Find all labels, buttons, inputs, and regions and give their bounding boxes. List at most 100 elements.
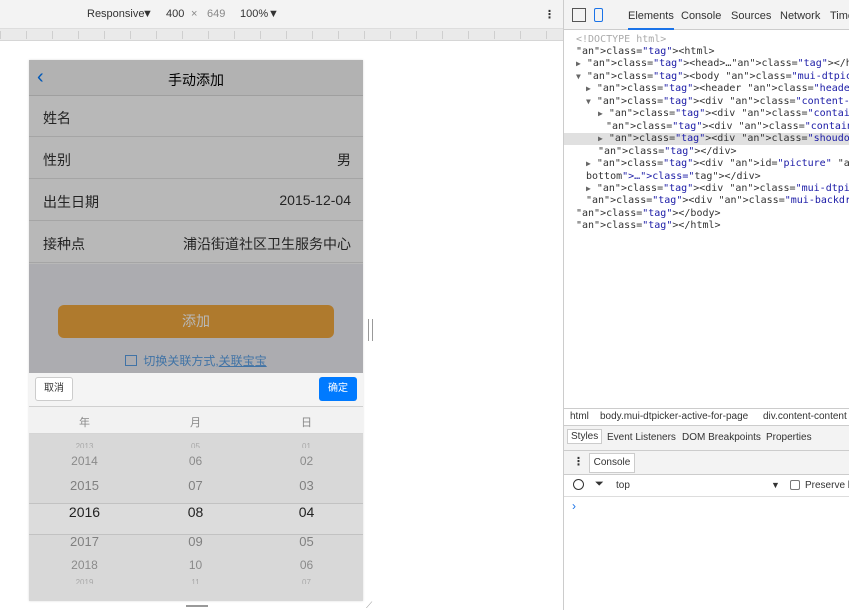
breadcrumb-content[interactable]: div.content-content bbox=[763, 411, 847, 422]
month-option[interactable]: 11 bbox=[140, 578, 251, 584]
dom-node[interactable]: "an">class="tag"><div "an">class="contai… bbox=[606, 121, 849, 133]
ruler-segment[interactable] bbox=[364, 31, 390, 39]
device-width-input[interactable]: 400 bbox=[166, 8, 184, 20]
day-option[interactable]: 06 bbox=[251, 558, 362, 572]
day-option[interactable]: 01 bbox=[251, 442, 362, 448]
tab-elements[interactable]: Elements bbox=[628, 10, 674, 30]
month-option[interactable]: 06 bbox=[140, 454, 251, 468]
device-mode-select[interactable]: Responsive bbox=[87, 8, 144, 20]
tab-network[interactable]: Network bbox=[780, 10, 820, 22]
backdrop-overlay[interactable] bbox=[29, 60, 363, 374]
dom-tree[interactable]: <!DOCTYPE html> "an">class="tag"><html> ▶ … bbox=[564, 30, 849, 408]
dom-node[interactable]: ▼ "an">class="tag"><div "an">class="cont… bbox=[586, 96, 849, 108]
day-option[interactable]: 07 bbox=[251, 578, 362, 584]
dom-node[interactable]: bottom">…">class="tag"></div> bbox=[586, 171, 761, 183]
dom-node[interactable]: "an">class="tag"></body> bbox=[576, 208, 721, 220]
tab-dom-breakpoints[interactable]: DOM Breakpoints bbox=[682, 432, 761, 443]
tab-sources[interactable]: Sources bbox=[731, 10, 771, 22]
month-option[interactable]: 05 bbox=[140, 442, 251, 448]
dom-node[interactable]: <!DOCTYPE html> bbox=[576, 34, 666, 46]
dom-node[interactable]: ▶ "an">class="tag"><div "an">class="cont… bbox=[598, 108, 849, 120]
ruler-segment[interactable] bbox=[260, 31, 286, 39]
ruler-segment[interactable] bbox=[416, 31, 442, 39]
filter-icon[interactable]: ⏷ bbox=[595, 478, 604, 491]
year-option[interactable]: 2017 bbox=[29, 534, 140, 549]
preserve-log-checkbox[interactable] bbox=[790, 480, 800, 490]
tab-styles[interactable]: Styles bbox=[567, 429, 603, 444]
ruler-segment[interactable] bbox=[390, 31, 416, 39]
dom-node[interactable]: ▼ "an">class="tag"><body "an">class="mui… bbox=[576, 71, 849, 83]
ruler-segment[interactable] bbox=[26, 31, 52, 39]
ruler-segment[interactable] bbox=[130, 31, 156, 39]
styles-tabbar: Styles Event Listeners DOM Breakpoints P… bbox=[564, 426, 849, 451]
year-option[interactable]: 2019 bbox=[29, 578, 140, 584]
confirm-button[interactable]: 确定 bbox=[319, 377, 357, 401]
zoom-dropdown-icon[interactable]: ▼ bbox=[268, 8, 279, 20]
breadcrumb-body[interactable]: body.mui-dtpicker-active-for-page bbox=[600, 411, 748, 422]
ruler-segment[interactable] bbox=[312, 31, 338, 39]
resize-handle-bottom[interactable] bbox=[186, 605, 208, 607]
dom-node[interactable]: ▶ "an">class="tag"><div "an">class="mui-… bbox=[586, 183, 849, 195]
ruler-segment[interactable] bbox=[182, 31, 208, 39]
tab-properties[interactable]: Properties bbox=[766, 432, 812, 443]
day-option[interactable]: 05 bbox=[251, 534, 362, 549]
dom-node[interactable]: ▶ "an">class="tag"><header "an">class="h… bbox=[586, 83, 849, 95]
breadcrumb-html[interactable]: html bbox=[570, 411, 589, 422]
dom-node[interactable]: "an">class="tag"></div> bbox=[598, 146, 737, 158]
ruler-segment[interactable] bbox=[468, 31, 494, 39]
context-dropdown-icon[interactable]: ▼ bbox=[771, 480, 780, 490]
ruler-segment[interactable] bbox=[286, 31, 312, 39]
ruler-segment[interactable] bbox=[208, 31, 234, 39]
dom-node[interactable]: "an">class="tag"></html> bbox=[576, 220, 721, 232]
tab-event-listeners[interactable]: Event Listeners bbox=[607, 432, 676, 443]
cancel-button[interactable]: 取消 bbox=[35, 377, 73, 401]
day-option[interactable]: 03 bbox=[251, 478, 362, 493]
ruler-segment[interactable] bbox=[338, 31, 364, 39]
clear-console-icon[interactable] bbox=[573, 479, 584, 490]
drawer-tab-console[interactable]: Console bbox=[589, 453, 635, 473]
inspect-element-icon[interactable] bbox=[572, 8, 586, 22]
year-option[interactable]: 2013 bbox=[29, 442, 140, 448]
device-mode-dropdown-icon[interactable]: ▼ bbox=[142, 8, 153, 20]
ruler-segment[interactable] bbox=[104, 31, 130, 39]
dimension-separator: × bbox=[191, 8, 198, 20]
dom-node[interactable]: ▶ "an">class="tag"><head>…"an">class="ta… bbox=[576, 58, 849, 70]
more-options-icon[interactable]: ⋮ bbox=[544, 8, 555, 21]
drawer-menu-icon[interactable]: ⋮ bbox=[573, 455, 584, 468]
month-option[interactable]: 09 bbox=[140, 534, 251, 549]
device-viewport-pane: Responsive ▼ 400 × 649 100% ▼ ⋮ ‹ 手动添加 姓… bbox=[0, 0, 563, 610]
ruler-segment[interactable] bbox=[520, 31, 546, 39]
ruler-segment[interactable] bbox=[494, 31, 520, 39]
year-option[interactable]: 2018 bbox=[29, 558, 140, 572]
devtools-tabbar: Elements Console Sources Network Time bbox=[564, 0, 849, 30]
year-option[interactable]: 2014 bbox=[29, 454, 140, 468]
context-select[interactable]: top bbox=[616, 480, 630, 491]
year-option[interactable]: 2016 bbox=[29, 504, 140, 520]
ruler-segment[interactable] bbox=[156, 31, 182, 39]
day-option[interactable]: 02 bbox=[251, 454, 362, 468]
device-toolbar-icon[interactable] bbox=[594, 8, 603, 22]
day-option[interactable]: 04 bbox=[251, 504, 362, 520]
console-prompt[interactable]: › bbox=[572, 499, 576, 513]
emulated-page: ‹ 手动添加 姓名 性别 男 出生日期 2015-12-04 接种点 浦沿街道社… bbox=[29, 60, 363, 601]
month-option[interactable]: 07 bbox=[140, 478, 251, 493]
tab-timeline[interactable]: Time bbox=[830, 10, 849, 22]
device-height-input[interactable]: 649 bbox=[207, 8, 225, 20]
resize-corner-icon[interactable]: ⟋ bbox=[366, 600, 376, 610]
month-option[interactable]: 08 bbox=[140, 504, 251, 520]
year-option[interactable]: 2015 bbox=[29, 478, 140, 493]
dom-node[interactable]: ▶ "an">class="tag"><div "an">class="shou… bbox=[564, 133, 849, 146]
zoom-select[interactable]: 100% bbox=[240, 8, 268, 20]
tab-console[interactable]: Console bbox=[681, 10, 721, 22]
ruler-segment[interactable] bbox=[78, 31, 104, 39]
dom-node[interactable]: "an">class="tag"><html> bbox=[576, 46, 715, 58]
month-option[interactable]: 10 bbox=[140, 558, 251, 572]
ruler-segment[interactable] bbox=[442, 31, 468, 39]
dom-node[interactable]: ▶ "an">class="tag"><div "an">id="picture… bbox=[586, 158, 849, 170]
ruler-segment[interactable] bbox=[52, 31, 78, 39]
resize-handle-right[interactable] bbox=[368, 319, 373, 341]
dom-node[interactable]: "an">class="tag"><div "an">class="mui-ba… bbox=[586, 195, 849, 207]
ruler-segment[interactable] bbox=[234, 31, 260, 39]
ruler-segment[interactable] bbox=[0, 31, 26, 39]
picker-wheels[interactable]: 2013 2014 2015 2016 2017 2018 2019 05 06 07 08 09 10… bbox=[29, 434, 363, 601]
